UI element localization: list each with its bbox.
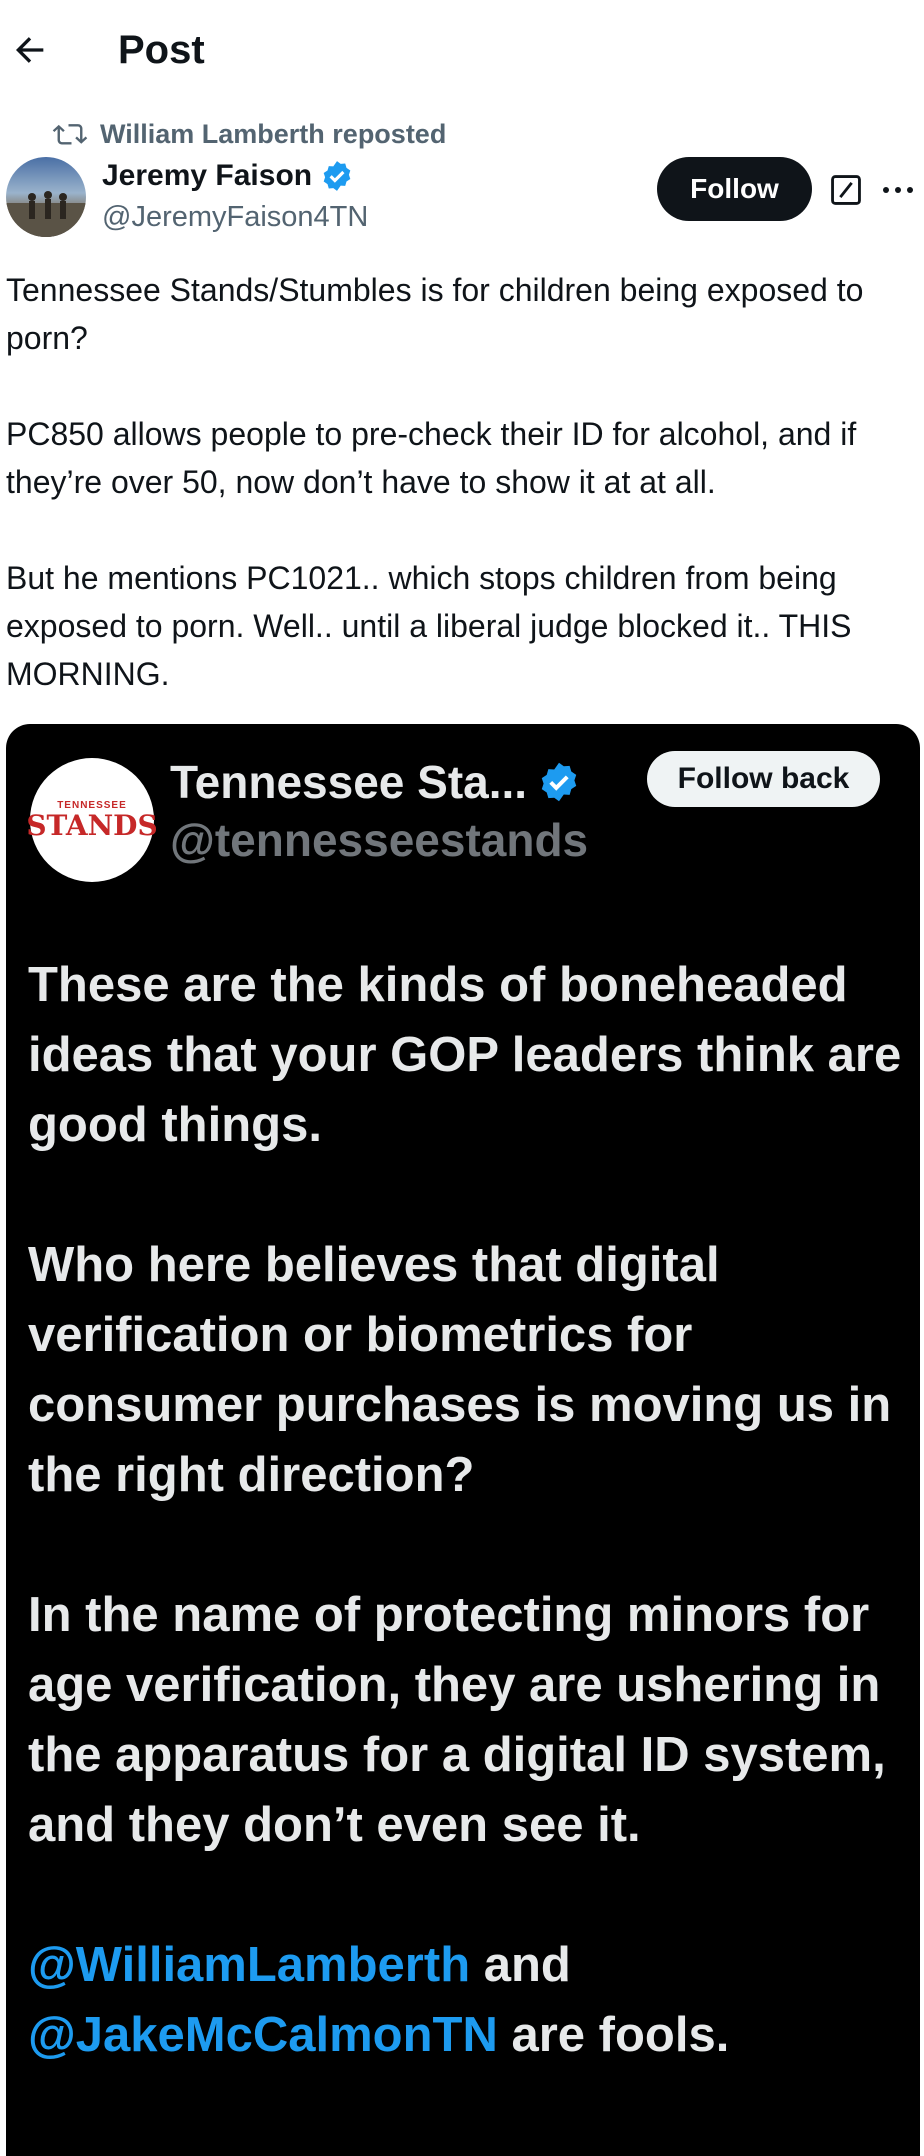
quoted-paragraph: In the name of protecting minors for age… — [28, 1588, 900, 1852]
verified-icon — [323, 161, 351, 191]
quoted-avatar: TENNESSEE STANDS — [26, 758, 158, 882]
top-bar: Post — [0, 0, 924, 100]
grok-icon[interactable] — [829, 173, 863, 207]
author-name[interactable]: Jeremy Faison — [102, 156, 354, 196]
quoted-avatar-logo: STANDS — [26, 808, 158, 842]
tweet-paragraph: But he mentions PC1021.. which stops chi… — [6, 560, 861, 692]
back-arrow-icon[interactable] — [10, 30, 50, 70]
author-name-text: Jeremy Faison — [102, 159, 313, 192]
quoted-mentions: @WilliamLamberth and @JakeMcCalmonTN are… — [28, 1930, 908, 2070]
quoted-post-text: These are the kinds of boneheaded ideas … — [28, 950, 908, 2070]
mention-william-lamberth: @WilliamLamberth — [28, 1938, 471, 1992]
more-icon[interactable] — [880, 178, 916, 202]
repost-text: William Lamberth reposted — [100, 118, 447, 149]
page-title: Post — [118, 28, 205, 72]
repost-icon — [52, 124, 88, 145]
tweet-paragraph: PC850 allows people to pre-check their I… — [6, 416, 866, 500]
tweet-paragraph: Tennessee Stands/Stumbles is for childre… — [6, 272, 873, 356]
follow-back-button: Follow back — [647, 751, 880, 807]
tweet-text: Tennessee Stands/Stumbles is for childre… — [6, 266, 920, 698]
quoted-author-name: Tennessee Sta... — [170, 754, 581, 810]
quoted-paragraph: Who here believes that digital verificat… — [28, 1238, 905, 1502]
mention-tail-text: are fools. — [497, 2008, 730, 2062]
quoted-paragraph: These are the kinds of boneheaded ideas … — [28, 958, 915, 1152]
quoted-author-name-text: Tennessee Sta... — [170, 756, 528, 808]
author-avatar[interactable] — [6, 157, 86, 237]
quoted-author-handle: @tennesseestands — [170, 814, 589, 866]
mention-jake-mccalmon: @JakeMcCalmonTN — [28, 2008, 498, 2062]
follow-button[interactable]: Follow — [657, 157, 812, 221]
mention-join-text: and — [470, 1938, 571, 1992]
quoted-post-image[interactable]: TENNESSEE STANDS Tennessee Sta... @tenne… — [6, 724, 920, 2156]
verified-icon — [541, 762, 577, 802]
author-handle[interactable]: @JeremyFaison4TN — [102, 198, 368, 236]
repost-indicator[interactable]: William Lamberth reposted — [52, 114, 446, 154]
